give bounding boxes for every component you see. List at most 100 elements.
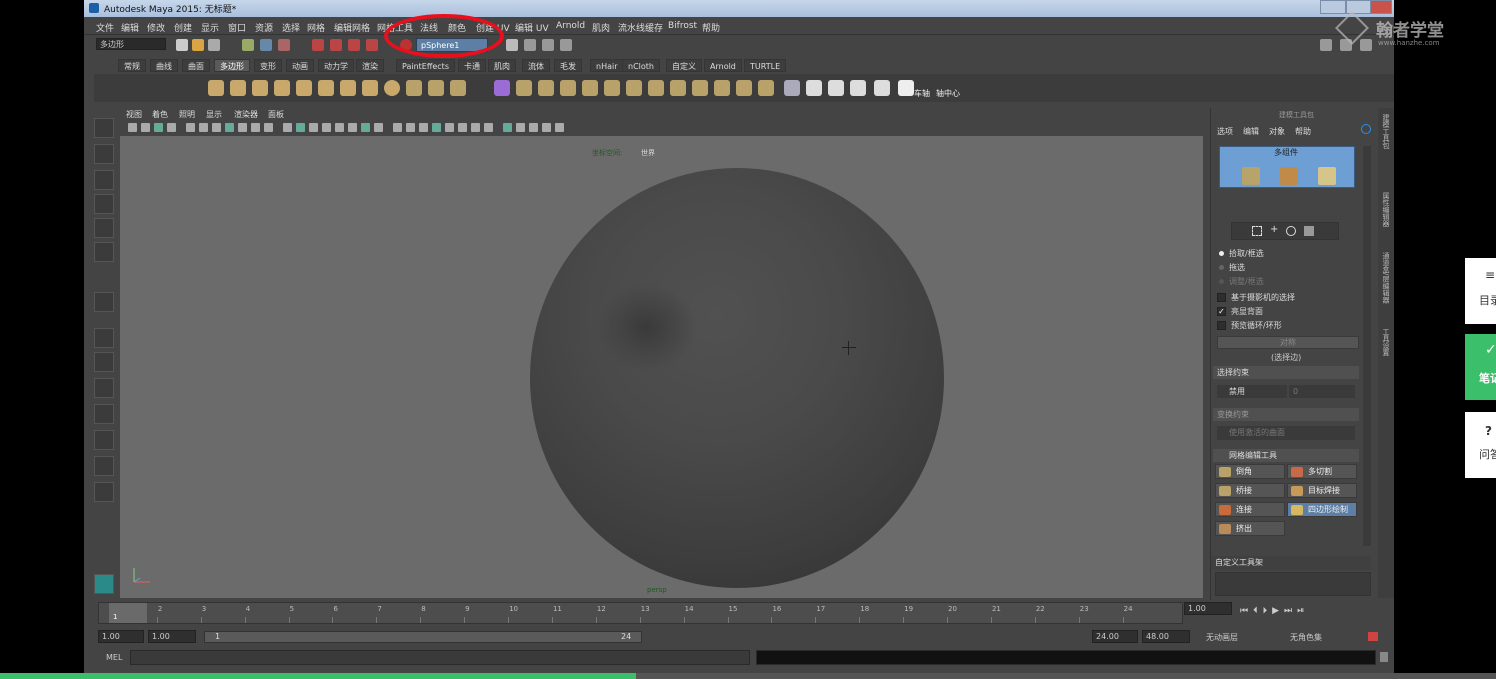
poly-pipe-icon[interactable] [362,80,378,96]
video-progress-bar[interactable] [0,673,1496,679]
checkbox-row[interactable]: 基于摄影机的选择 [1217,292,1357,304]
bridge-icon[interactable] [538,80,554,96]
extrude-icon[interactable] [516,80,532,96]
perspective-viewport[interactable]: 坐标空间: 世界 persp [120,136,1203,598]
shelf-tab[interactable]: 毛发 [554,59,582,72]
command-input[interactable] [130,650,750,665]
vertex-mode-icon[interactable] [1242,167,1260,185]
checker-map-icon[interactable] [898,80,914,96]
shelf-tab[interactable]: nCloth [622,59,660,72]
time-ruler[interactable]: 1234567891011121314151617181920212223241 [98,602,1183,624]
checkbox[interactable] [1217,293,1226,302]
chamfer-icon[interactable] [736,80,752,96]
viewport-tool-icon[interactable] [445,123,454,132]
menu-item[interactable]: 编辑 [121,21,139,34]
anim-layer-dropdown[interactable]: 无动画层 [1206,632,1238,643]
wedge-icon[interactable] [692,80,708,96]
checkbox-row[interactable]: ✓ 亮显背面 [1217,306,1357,318]
select-hierarchy-icon[interactable] [242,39,254,51]
viewport-menu-item[interactable]: 渲染器 [234,109,258,120]
radio-dot[interactable] [1219,279,1224,284]
shelf-tab[interactable]: 常规 [118,59,146,72]
minimize-button[interactable] [1320,0,1346,14]
checker-icon[interactable] [806,80,822,96]
playback-end-field[interactable]: 24.00 [1092,630,1138,643]
extract-icon[interactable] [450,80,466,96]
side-card-qa[interactable]: ? 问答 [1465,412,1496,478]
shelf-tab[interactable]: 曲面 [182,59,210,72]
viewport-tool-icon[interactable] [212,123,221,132]
mesh-tool-button[interactable]: 目标焊接 [1287,483,1357,498]
menu-item[interactable]: 肌肉 [592,21,610,34]
viewport-tool-icon[interactable] [167,123,176,132]
toolkit-menu-item[interactable]: 选项 [1217,126,1233,137]
playback-start-field[interactable]: 1.00 [148,630,196,643]
shelf-tab[interactable]: 卡通 [458,59,486,72]
separate-icon[interactable] [428,80,444,96]
right-strip-tab[interactable]: 工具设置 [1381,328,1391,356]
shelf-label-center[interactable]: 轴中心 [936,88,960,99]
shelf-tab[interactable]: 多边形 [214,59,250,72]
menu-item[interactable]: 流水线缓存 [618,21,663,34]
viewport-tool-icon[interactable] [309,123,318,132]
viewport-tool-icon[interactable] [374,123,383,132]
render-current-icon[interactable] [524,39,536,51]
move-icon[interactable]: + [1270,224,1278,235]
poke-icon[interactable] [714,80,730,96]
snap-curve-icon[interactable] [330,39,342,51]
paint-select-icon[interactable] [94,170,114,190]
new-scene-icon[interactable] [176,39,188,51]
hypershade-layout-icon[interactable] [94,430,114,450]
layout-perspective-icon[interactable] [94,328,114,348]
checkbox-row[interactable]: 预览循环/环形 [1217,320,1357,332]
toggle-panel-icon[interactable] [1320,39,1332,51]
menu-item[interactable]: 选择 [282,21,300,34]
uv-snapshot-icon[interactable] [850,80,866,96]
viewport-tool-icon[interactable] [348,123,357,132]
playhead[interactable]: 1 [109,603,147,623]
shelf-tab[interactable]: 动画 [286,59,314,72]
poly-soccer-icon[interactable] [384,80,400,96]
soft-select-icon[interactable] [1304,226,1314,236]
lasso-tool-icon[interactable] [94,144,114,164]
checkbox[interactable] [1217,321,1226,330]
viewport-tool-icon[interactable] [225,123,234,132]
render-view-icon[interactable] [506,39,518,51]
edge-mode-icon[interactable] [1318,167,1336,185]
mesh-tool-button[interactable]: 多切割 [1287,464,1357,479]
fill-hole-icon[interactable] [582,80,598,96]
poly-plane-icon[interactable] [296,80,312,96]
viewport-tool-icon[interactable] [471,123,480,132]
mel-label[interactable]: MEL [106,653,122,662]
viewport-tool-icon[interactable] [406,123,415,132]
transform-constraint-header[interactable]: 变换约束 [1213,408,1359,421]
viewport-menu-item[interactable]: 视图 [126,109,142,120]
viewport-tool-icon[interactable] [503,123,512,132]
menu-item[interactable]: 修改 [147,21,165,34]
viewport-menu-item[interactable]: 着色 [152,109,168,120]
menu-item[interactable]: 窗口 [228,21,246,34]
smooth-proxy-icon[interactable] [494,80,510,96]
viewport-tool-icon[interactable] [484,123,493,132]
viewport-menu-item[interactable]: 照明 [179,109,195,120]
range-bar-handle[interactable]: 1 24 [204,631,642,643]
viewport-tool-icon[interactable] [432,123,441,132]
viewport-tool-icon[interactable] [555,123,564,132]
viewport-tool-icon[interactable] [542,123,551,132]
viewport-tool-icon[interactable] [322,123,331,132]
marquee-icon[interactable] [1252,226,1262,236]
viewport-tool-icon[interactable] [393,123,402,132]
snap-surface-icon[interactable] [366,39,378,51]
uv-editor-icon[interactable] [828,80,844,96]
viewport-tool-icon[interactable] [361,123,370,132]
offset-edge-loop-icon[interactable] [648,80,664,96]
shelf-tab[interactable]: Arnold [704,59,742,72]
viewport-tool-icon[interactable] [154,123,163,132]
shelf-tab[interactable]: 变形 [254,59,282,72]
power-icon[interactable] [1361,124,1371,134]
snap-grid-icon[interactable] [312,39,324,51]
menu-set-dropdown[interactable]: 多边形 [96,38,166,50]
scale-tool-icon[interactable] [94,242,114,262]
snap-point-icon[interactable] [348,39,360,51]
toolkit-menu-item[interactable]: 帮助 [1295,126,1311,137]
